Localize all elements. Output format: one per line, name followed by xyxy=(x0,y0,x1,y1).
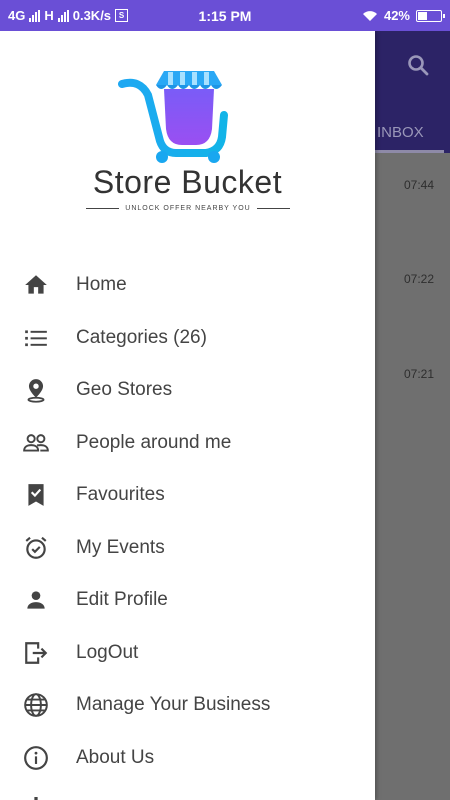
data-speed: 0.3K/s xyxy=(72,8,112,23)
menu-item-label: People around me xyxy=(76,431,232,453)
menu-item-label: Manage Your Business xyxy=(76,694,271,716)
network-type-label-2: H xyxy=(44,8,54,23)
menu-item-label: About Us xyxy=(76,746,155,768)
people-icon xyxy=(22,429,50,457)
alarm-check-icon xyxy=(22,534,50,562)
menu-item-logout[interactable]: LogOut xyxy=(0,627,375,680)
menu-item-label: Geo Stores xyxy=(76,379,173,401)
tagline-row: UNLOCK OFFER NEARBY YOU xyxy=(86,205,290,212)
menu-item-categories[interactable]: Categories (26) xyxy=(0,312,375,365)
wifi-icon xyxy=(362,10,377,21)
tab-indicator xyxy=(375,150,444,153)
menu-item-about-us[interactable]: About Us xyxy=(0,732,375,785)
battery-percentage: 42% xyxy=(383,8,410,23)
menu-item-label: Edit Profile xyxy=(76,589,168,611)
drawer-menu: Home Categories (26) Geo Stores People a… xyxy=(0,259,375,800)
menu-item-my-events[interactable]: My Events xyxy=(0,522,375,575)
menu-item-label: Categories (26) xyxy=(76,326,207,348)
list-icon xyxy=(22,324,50,352)
background-app: INBOX 07:44 07:22 07:21 xyxy=(375,31,450,800)
store-bucket-logo xyxy=(118,71,228,163)
network-type-label: 4G xyxy=(8,8,26,23)
menu-item-label: LogOut xyxy=(76,641,139,663)
battery-icon xyxy=(416,9,445,22)
message-time: 07:22 xyxy=(403,272,434,286)
signal-icon xyxy=(29,9,41,22)
app-toolbar: INBOX xyxy=(375,31,450,153)
notification-icon: S xyxy=(115,9,129,22)
menu-item-home[interactable]: Home xyxy=(0,259,375,312)
person-icon xyxy=(22,586,50,614)
signal-icon-2 xyxy=(57,9,69,22)
logout-icon xyxy=(22,639,50,667)
divider xyxy=(86,208,120,209)
battery-fill xyxy=(418,11,427,20)
menu-item-manage-business[interactable]: Manage Your Business xyxy=(0,679,375,732)
menu-item-people-around-me[interactable]: People around me xyxy=(0,417,375,470)
status-bar: 4G H 0.3K/s S 1:15 PM 42% xyxy=(0,0,450,31)
menu-item-geo-stores[interactable]: Geo Stores xyxy=(0,364,375,417)
menu-item-edit-profile[interactable]: Edit Profile xyxy=(0,574,375,627)
tab-inbox[interactable]: INBOX xyxy=(377,124,424,141)
location-pin-icon xyxy=(22,376,50,404)
tagline: UNLOCK OFFER NEARBY YOU xyxy=(125,205,251,212)
bookmark-check-icon xyxy=(22,481,50,509)
menu-item-partial[interactable] xyxy=(0,784,375,800)
globe-icon xyxy=(22,691,50,719)
menu-item-label: My Events xyxy=(76,536,165,558)
message-time: 07:44 xyxy=(403,178,434,192)
menu-item-label: Favourites xyxy=(76,484,165,506)
search-icon[interactable] xyxy=(406,53,430,77)
partial-icon xyxy=(22,796,50,800)
navigation-drawer: Store Bucket UNLOCK OFFER NEARBY YOU Hom… xyxy=(0,31,375,800)
home-icon xyxy=(22,271,50,299)
brand-name: Store Bucket xyxy=(92,164,283,200)
menu-item-label: Home xyxy=(76,274,127,296)
divider xyxy=(256,208,290,209)
info-icon xyxy=(22,744,50,772)
menu-item-favourites[interactable]: Favourites xyxy=(0,469,375,522)
message-time: 07:21 xyxy=(403,367,434,381)
